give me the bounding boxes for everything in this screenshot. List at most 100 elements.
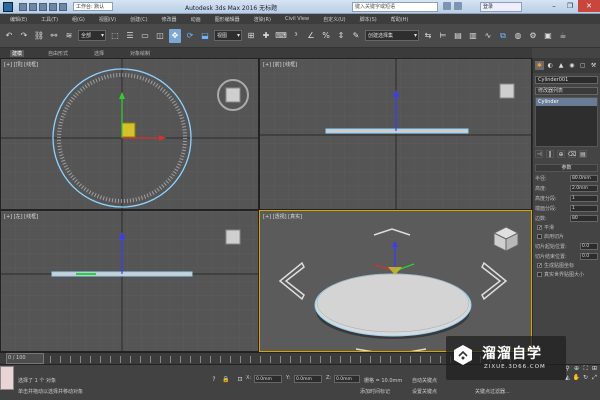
modifier-list-select[interactable]: 修改器列表 xyxy=(535,87,598,95)
reference-coord-select[interactable]: 视图 xyxy=(214,30,242,41)
param-field[interactable]: 1 xyxy=(570,204,598,212)
angle-snap-icon[interactable]: ∠ xyxy=(305,29,317,43)
checkbox-box[interactable]: ✓ xyxy=(537,225,542,231)
checkbox-box[interactable]: ✓ xyxy=(537,263,542,269)
ribbon-tab[interactable]: 选择 xyxy=(92,50,106,57)
open-file-icon[interactable] xyxy=(29,2,37,11)
zoom-extents-all-icon[interactable]: ⊞ xyxy=(591,365,598,372)
param-field[interactable]: 80.0mm xyxy=(570,174,598,182)
layer-explorer-icon[interactable]: ▤ xyxy=(452,29,464,43)
menu-item[interactable]: 视图(V) xyxy=(99,16,116,23)
smooth-checkbox[interactable]: ✓ 平滑 xyxy=(537,224,596,231)
graphite-toggle-icon[interactable]: ▥ xyxy=(467,29,479,43)
restore-button[interactable]: ❐ xyxy=(562,0,578,12)
pivot-center-icon[interactable]: ⊞ xyxy=(245,29,257,43)
viewport-perspective[interactable]: [+] [透视] [真实] xyxy=(259,210,532,352)
rendered-frame-icon[interactable]: ▣ xyxy=(542,29,554,43)
object-name-field[interactable]: Cylinder001 xyxy=(535,76,598,84)
window-crossing-icon[interactable]: ◫ xyxy=(154,29,166,43)
param-field[interactable]: 2.0mm xyxy=(570,184,598,192)
stack-item-cylinder[interactable]: Cylinder xyxy=(536,98,597,106)
unlink-icon[interactable]: ⚯ xyxy=(48,29,60,43)
add-time-tag[interactable]: 添加时间标记 xyxy=(360,388,390,395)
z-coord-field[interactable]: 0.0mm xyxy=(334,375,360,383)
maxscript-listener[interactable] xyxy=(0,366,14,390)
gen-map-checkbox[interactable]: ✓ 生成贴图坐标 xyxy=(537,262,596,269)
help-icon[interactable]: ? xyxy=(210,375,218,383)
selection-filter-select[interactable]: 全部 xyxy=(78,30,106,41)
select-move-icon[interactable]: ✥ xyxy=(169,28,181,43)
slice-on-checkbox[interactable]: 启用切片 xyxy=(537,233,596,240)
named-selection-set[interactable]: 创建选择集 xyxy=(365,30,419,41)
checkbox-box[interactable] xyxy=(537,272,542,277)
menu-item[interactable]: 渲染(R) xyxy=(254,16,271,23)
real-world-checkbox[interactable]: 真实世界贴图大小 xyxy=(537,271,596,278)
make-unique-icon[interactable]: ⊕ xyxy=(557,150,565,158)
key-filters-button[interactable]: 关键点过滤器... xyxy=(475,388,510,395)
viewport-top[interactable]: [+] [顶] [线框] xyxy=(0,58,259,210)
x-coord-field[interactable]: 0.0mm xyxy=(254,375,282,383)
schematic-view-icon[interactable]: ⧉ xyxy=(497,29,509,43)
menu-item[interactable]: 工具(T) xyxy=(41,16,58,23)
redo-icon[interactable]: ↷ xyxy=(18,29,30,43)
keyboard-shortcut-icon[interactable]: ⌨ xyxy=(275,29,287,43)
slice-to-field[interactable]: 0.0 xyxy=(580,252,598,260)
ribbon-tab[interactable]: 对象绘制 xyxy=(128,50,152,57)
parameters-rollout[interactable]: 参数 xyxy=(535,164,598,172)
utilities-tab-icon[interactable]: ⚒ xyxy=(589,61,598,70)
absolute-mode-icon[interactable]: ⊡ xyxy=(236,375,244,383)
viewport-label[interactable]: [+] [左] [线框] xyxy=(4,213,38,220)
y-coord-field[interactable]: 0.0mm xyxy=(294,375,322,383)
material-editor-icon[interactable]: ◍ xyxy=(512,29,524,43)
save-file-icon[interactable] xyxy=(39,2,47,11)
spinner-snap-icon[interactable]: ⇕ xyxy=(335,29,347,43)
star-icon[interactable] xyxy=(454,2,462,10)
auto-key-button[interactable]: 自动关键点 xyxy=(412,377,437,384)
binoculars-icon[interactable] xyxy=(443,2,451,10)
configure-sets-icon[interactable]: ▤ xyxy=(579,150,587,158)
undo-icon[interactable]: ↶ xyxy=(3,29,15,43)
create-tab-icon[interactable]: ✱ xyxy=(535,61,544,70)
set-key-button[interactable]: 设置关键点 xyxy=(412,388,437,395)
menu-item[interactable]: 编辑(E) xyxy=(10,16,27,23)
undo-icon[interactable] xyxy=(49,2,57,11)
align-icon[interactable]: ⊨ xyxy=(437,29,449,43)
minimize-button[interactable]: – xyxy=(546,0,562,12)
ribbon-tab[interactable]: 建模 xyxy=(10,49,25,57)
bind-spacewarp-icon[interactable]: ≋ xyxy=(63,29,75,43)
select-object-icon[interactable]: ⬚ xyxy=(109,29,121,43)
maximize-viewport-icon[interactable]: ⤢ xyxy=(591,374,598,381)
percent-snap-icon[interactable]: % xyxy=(320,29,332,43)
menu-item[interactable]: 动画 xyxy=(191,16,201,23)
zoom-extents-icon[interactable]: ⛶ xyxy=(582,365,589,372)
menu-item[interactable]: 脚本(S) xyxy=(360,16,377,23)
menu-item[interactable]: 创建(C) xyxy=(130,16,147,23)
ribbon-tab[interactable]: 自由形式 xyxy=(46,50,70,57)
param-field[interactable]: 80 xyxy=(570,214,598,222)
app-logo-icon[interactable] xyxy=(3,1,13,12)
display-tab-icon[interactable]: ▢ xyxy=(578,61,587,70)
select-scale-icon[interactable]: ⬓ xyxy=(199,29,211,43)
select-by-name-icon[interactable]: ☰ xyxy=(124,29,136,43)
menu-item[interactable]: 自定义(U) xyxy=(323,16,346,23)
modify-tab-icon[interactable]: ◐ xyxy=(546,61,555,70)
redo-icon[interactable] xyxy=(59,2,67,11)
viewport-label[interactable]: [+] [顶] [线框] xyxy=(4,61,38,68)
lock-icon[interactable]: 🔒 xyxy=(222,375,230,383)
workspace-select[interactable]: 工作台: 默认 xyxy=(73,2,113,11)
new-file-icon[interactable] xyxy=(19,2,27,11)
select-rotate-icon[interactable]: ⟳ xyxy=(184,29,196,43)
zoom-all-icon[interactable]: ⊕ xyxy=(573,365,580,372)
mirror-icon[interactable]: ⇆ xyxy=(422,29,434,43)
checkbox-box[interactable] xyxy=(537,234,542,239)
menu-item[interactable]: 图形编辑器 xyxy=(215,16,240,23)
param-field[interactable]: 1 xyxy=(570,194,598,202)
slice-from-field[interactable]: 0.0 xyxy=(580,242,598,250)
show-end-result-icon[interactable]: ‖ xyxy=(546,150,554,158)
pin-stack-icon[interactable]: ⊣ xyxy=(535,150,543,158)
viewport-left[interactable]: [+] [左] [线框] xyxy=(0,210,259,352)
pan-icon[interactable]: ✋ xyxy=(573,374,580,381)
orbit-icon[interactable]: ↻ xyxy=(582,374,589,381)
menu-item[interactable]: 修改器 xyxy=(162,16,177,23)
snaps-toggle-icon[interactable]: ³ xyxy=(290,29,302,43)
